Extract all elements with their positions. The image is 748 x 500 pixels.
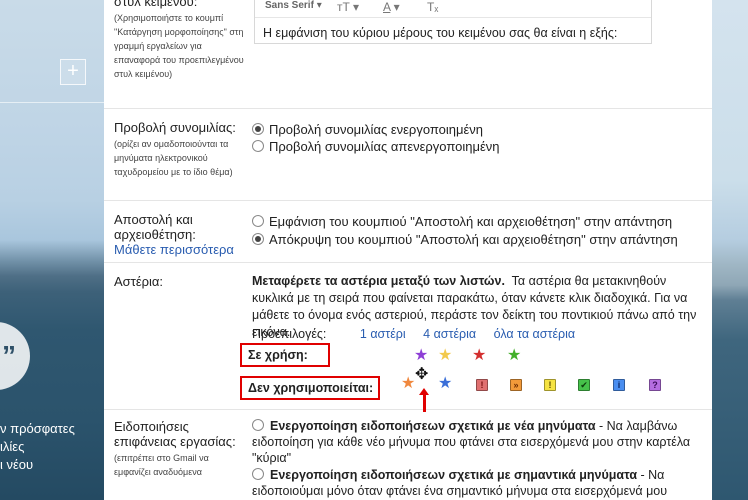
- stars-title: Αστέρια:: [114, 274, 164, 289]
- radio-button[interactable]: [252, 215, 264, 227]
- font-select[interactable]: Sans Serif ▾: [265, 0, 322, 11]
- green-star-icon[interactable]: ★: [507, 348, 521, 364]
- text-style-editor[interactable]: Sans Serif ▾ тT ▾ A ▾ Tₓ Η εμφάνιση του …: [254, 0, 652, 44]
- red-star-icon[interactable]: ★: [472, 348, 486, 364]
- preset-all-stars-link[interactable]: όλα τα αστέρια: [494, 327, 576, 341]
- blue-info-icon[interactable]: i: [613, 379, 625, 391]
- send-archive-hide-option[interactable]: Απόκρυψη του κουμπιού "Αποστολή και αρχε…: [252, 232, 678, 247]
- radio-button[interactable]: [252, 468, 264, 480]
- orange-guillemet-icon[interactable]: »: [510, 379, 522, 391]
- background-left: + ” ν πρόσφατες ιλίες ι νέου: [0, 0, 104, 500]
- blue-star-icon[interactable]: ★: [438, 376, 452, 392]
- add-icon[interactable]: +: [60, 59, 86, 85]
- background-right: [712, 0, 748, 500]
- radio-button[interactable]: [252, 123, 264, 135]
- learn-more-link[interactable]: Μάθετε περισσότερα: [114, 242, 244, 257]
- yellow-bang-icon[interactable]: !: [544, 379, 556, 391]
- conversation-view-title: Προβολή συνομιλίας:: [114, 120, 236, 135]
- font-size-icon[interactable]: тT ▾: [337, 0, 359, 14]
- chevron-down-icon: ▾: [316, 0, 322, 11]
- desktop-notifications-title: Ειδοποιήσεις επιφάνειας εργασίας:: [114, 419, 236, 449]
- clear-formatting-icon[interactable]: Tₓ: [427, 0, 438, 14]
- green-check-icon[interactable]: ✔: [578, 379, 590, 391]
- in-use-label: Σε χρήση:: [240, 343, 330, 367]
- conversation-view-row: Προβολή συνομιλίας: (ορίζει αν ομαδοποιο…: [104, 109, 712, 201]
- conversation-view-off-option[interactable]: Προβολή συνομιλίας απενεργοποιημένη: [252, 139, 500, 154]
- side-text-line: ιλίες: [0, 439, 25, 454]
- purple-question-icon[interactable]: ?: [649, 379, 661, 391]
- send-archive-row: Αποστολή και αρχειοθέτηση: Μάθετε περισσ…: [104, 201, 712, 263]
- format-toolbar: Sans Serif ▾ тT ▾ A ▾ Tₓ: [255, 0, 651, 18]
- quote-icon: ”: [2, 340, 16, 371]
- text-style-preview: Η εμφάνιση του κύριου μέρους του κειμένο…: [263, 26, 618, 40]
- send-archive-show-option[interactable]: Εμφάνιση του κουμπιού "Αποστολή και αρχε…: [252, 214, 672, 229]
- desktop-notifications-row: Ειδοποιήσεις επιφάνειας εργασίας: (επιτρ…: [104, 410, 712, 500]
- radio-button[interactable]: [252, 233, 264, 245]
- side-hangouts-text: ν πρόσφατες ιλίες ι νέου: [0, 420, 75, 474]
- desktop-notifications-description: (επιτρέπει στο Gmail να εμφανίζει αναδυό…: [114, 453, 209, 477]
- purple-star-icon[interactable]: ★: [414, 348, 428, 364]
- conversation-view-description: (ορίζει αν ομαδοποιούνται τα μηνύματα ηλ…: [114, 139, 233, 177]
- preset-1-star-link[interactable]: 1 αστέρι: [360, 327, 406, 341]
- red-bang-icon[interactable]: !: [476, 379, 488, 391]
- settings-panel: στυλ κειμένου: (Χρησιμοποιήστε το κουμπί…: [104, 0, 712, 500]
- hangouts-avatar[interactable]: ”: [0, 322, 30, 390]
- stars-presets: Προεπιλογές: 1 αστέρι 4 αστέρια όλα τα α…: [252, 327, 575, 341]
- notify-important-messages-option[interactable]: Ενεργοποίηση ειδοποιήσεων σχετικά με σημ…: [252, 467, 707, 499]
- preset-4-stars-link[interactable]: 4 αστέρια: [423, 327, 476, 341]
- text-style-title: στυλ κειμένου:: [114, 0, 198, 9]
- yellow-star-icon[interactable]: ★: [438, 348, 452, 364]
- stars-description-bold: Μεταφέρετε τα αστέρια μεταξύ των λιστών.: [252, 274, 505, 288]
- text-color-icon[interactable]: A ▾: [383, 0, 400, 14]
- send-archive-title: Αποστολή και αρχειοθέτηση:: [114, 212, 196, 242]
- stars-row: Αστέρια: Μεταφέρετε τα αστέρια μεταξύ τω…: [104, 263, 712, 412]
- radio-button[interactable]: [252, 140, 264, 152]
- side-text-line: ν πρόσφατες: [0, 421, 75, 436]
- presets-label: Προεπιλογές:: [252, 327, 327, 341]
- move-cursor-icon: ✥: [415, 366, 429, 383]
- orange-star-icon[interactable]: ★: [401, 376, 415, 392]
- conversation-view-on-option[interactable]: Προβολή συνομιλίας ενεργοποιημένη: [252, 122, 483, 137]
- notify-new-messages-option[interactable]: Ενεργοποίηση ειδοποιήσεων σχετικά με νέα…: [252, 418, 707, 466]
- not-in-use-label: Δεν χρησιμοποιείται:: [240, 376, 380, 400]
- text-style-description: (Χρησιμοποιήστε το κουμπί "Κατάργηση μορ…: [114, 13, 244, 79]
- radio-button[interactable]: [252, 419, 264, 431]
- side-text-line: ι νέου: [0, 457, 34, 472]
- text-style-row: στυλ κειμένου: (Χρησιμοποιήστε το κουμπί…: [104, 0, 712, 109]
- divider: [0, 102, 104, 103]
